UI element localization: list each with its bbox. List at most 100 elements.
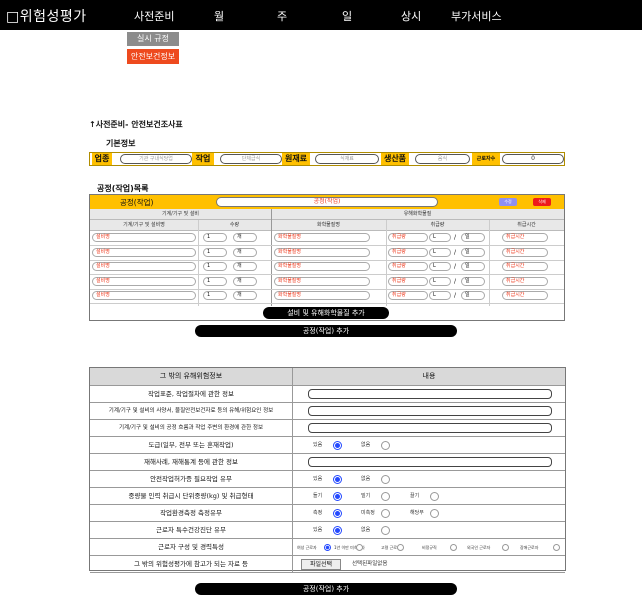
nav-item-prep[interactable]: 사전준비 xyxy=(134,8,174,24)
radio-button[interactable] xyxy=(333,475,342,484)
period-select[interactable]: 일 xyxy=(461,247,485,257)
nav-item-extra-services[interactable]: 부가서비스 xyxy=(451,8,502,24)
add-process-button[interactable]: 공정(작업) 추가 xyxy=(195,325,457,337)
radio-option-label: 있음 xyxy=(313,442,323,448)
raw-material-label: 원재료 xyxy=(282,153,310,165)
radio-option-label: 없음 xyxy=(361,527,371,533)
app-title[interactable]: □위험성평가 xyxy=(6,6,87,26)
nav-item-always[interactable]: 상시 xyxy=(401,8,421,24)
radio-button[interactable] xyxy=(381,441,390,450)
period-select[interactable]: 일 xyxy=(461,291,485,300)
radio-option-label: 해당무 xyxy=(410,510,424,516)
amount-unit-select[interactable]: L xyxy=(429,291,451,300)
handling-time-input[interactable]: 취급시간 xyxy=(502,291,548,300)
amount-unit-select[interactable]: L xyxy=(429,276,451,286)
nav-item-day[interactable]: 일 xyxy=(342,8,352,24)
amount-unit-select[interactable]: L xyxy=(429,233,451,242)
quantity-input[interactable]: 1 xyxy=(203,233,227,242)
amount-unit-select[interactable]: L xyxy=(429,262,451,271)
product-input[interactable]: 음식 xyxy=(415,154,470,164)
chemical-name-input[interactable]: 화학물질명 xyxy=(274,276,370,286)
amount-input[interactable]: 취급량 xyxy=(388,233,428,242)
industry-input[interactable]: 기관 구내식당업 xyxy=(120,154,192,164)
quantity-input[interactable]: 1 xyxy=(203,247,227,257)
handling-time-input[interactable]: 취급시간 xyxy=(502,247,548,257)
info-text-input[interactable] xyxy=(308,406,552,416)
worker-count-input[interactable]: 0 xyxy=(502,154,564,164)
add-process-button-bottom[interactable]: 공정(작업) 추가 xyxy=(195,583,457,595)
row-label: 근로자 구성 및 경력특성 xyxy=(90,539,293,555)
col-equipment-name: 기계/기구 및 설비명 xyxy=(90,220,198,231)
basic-info-title: 기본정보 xyxy=(106,139,136,148)
row-label: 기계/기구 및 설비의 공정 흐름과 작업 주변의 환경에 관한 정보 xyxy=(90,420,293,436)
chemical-name-input[interactable]: 화학물질명 xyxy=(274,262,370,271)
info-text-input[interactable] xyxy=(308,423,552,433)
edit-process-button[interactable]: 수정 xyxy=(499,198,517,206)
radio-button[interactable] xyxy=(381,475,390,484)
chemical-name-input[interactable]: 화학물질명 xyxy=(274,247,370,257)
amount-input[interactable]: 취급량 xyxy=(388,291,428,300)
info-text-input[interactable] xyxy=(308,457,552,467)
radio-button[interactable] xyxy=(333,509,342,518)
radio-button[interactable] xyxy=(502,544,509,551)
rules-button[interactable]: 실시 규정 xyxy=(127,32,179,46)
divider xyxy=(271,209,272,306)
equipment-name-input[interactable]: 설비명 xyxy=(92,276,196,286)
unit-select[interactable]: 개 xyxy=(233,276,257,286)
radio-button[interactable] xyxy=(397,544,404,551)
equipment-name-input[interactable]: 설비명 xyxy=(92,247,196,257)
row-label: 도급(일부, 전부 또는 혼재작업) xyxy=(90,437,293,453)
radio-button[interactable] xyxy=(381,509,390,518)
radio-button[interactable] xyxy=(430,492,439,501)
radio-button[interactable] xyxy=(553,544,560,551)
list-item: 기계/기구 및 설비의 공정 흐름과 작업 주변의 환경에 관한 정보 xyxy=(90,420,565,437)
radio-button[interactable] xyxy=(450,544,457,551)
radio-button[interactable] xyxy=(356,544,363,551)
process-name-input[interactable]: 공정(작업) xyxy=(216,197,438,207)
chemical-name-input[interactable]: 화학물질명 xyxy=(274,233,370,242)
amount-input[interactable]: 취급량 xyxy=(388,276,428,286)
add-equipment-button[interactable]: 설비 및 유해화학물질 추가 xyxy=(263,307,389,319)
radio-button[interactable] xyxy=(324,544,331,551)
file-select-button[interactable]: 파일선택 xyxy=(301,559,341,570)
other-hazard-table: 그 밖의 유해위험정보 내용 작업표준, 작업절차에 관한 정보 기계/기구 및 … xyxy=(89,367,566,573)
unit-select[interactable]: 개 xyxy=(233,233,257,242)
radio-button[interactable] xyxy=(333,526,342,535)
unit-select[interactable]: 개 xyxy=(233,262,257,271)
quantity-input[interactable]: 1 xyxy=(203,262,227,271)
other-hazard-header-left: 그 밖의 유해위험정보 xyxy=(90,368,293,385)
nav-item-week[interactable]: 주 xyxy=(277,8,287,24)
handling-time-input[interactable]: 취급시간 xyxy=(502,262,548,271)
equipment-name-input[interactable]: 설비명 xyxy=(92,262,196,271)
process-list-title: 공정(작업)목록 xyxy=(97,184,149,193)
raw-material-input[interactable]: 식재료 xyxy=(315,154,379,164)
radio-button[interactable] xyxy=(381,526,390,535)
task-input[interactable]: 단체급식 xyxy=(220,154,282,164)
delete-process-button[interactable]: 삭제 xyxy=(533,198,551,206)
handling-time-input[interactable]: 취급시간 xyxy=(502,233,548,242)
equipment-name-input[interactable]: 설비명 xyxy=(92,233,196,242)
top-navigation-bar: □위험성평가 사전준비 월 주 일 상시 부가서비스 xyxy=(0,0,642,30)
list-item: 기계/기구 및 설비의 사양서, 물질안전보건자료 등의 유해/위험요인 정보 xyxy=(90,403,565,420)
radio-button[interactable] xyxy=(430,509,439,518)
radio-button[interactable] xyxy=(333,492,342,501)
amount-input[interactable]: 취급량 xyxy=(388,262,428,271)
unit-select[interactable]: 개 xyxy=(233,291,257,300)
quantity-input[interactable]: 1 xyxy=(203,276,227,286)
radio-button[interactable] xyxy=(381,492,390,501)
unit-select[interactable]: 개 xyxy=(233,247,257,257)
period-select[interactable]: 일 xyxy=(461,262,485,271)
handling-time-input[interactable]: 취급시간 xyxy=(502,276,548,286)
info-text-input[interactable] xyxy=(308,389,552,399)
amount-unit-select[interactable]: L xyxy=(429,247,451,257)
period-select[interactable]: 일 xyxy=(461,233,485,242)
amount-input[interactable]: 취급량 xyxy=(388,247,428,257)
equipment-name-input[interactable]: 설비명 xyxy=(92,291,196,300)
safety-info-button[interactable]: 안전보건정보 xyxy=(127,49,179,64)
period-select[interactable]: 일 xyxy=(461,276,485,286)
list-item: 도급(일부, 전부 또는 혼재작업) 있음 없음 xyxy=(90,437,565,454)
nav-item-month[interactable]: 월 xyxy=(214,8,224,24)
quantity-input[interactable]: 1 xyxy=(203,291,227,300)
radio-button[interactable] xyxy=(333,441,342,450)
chemical-name-input[interactable]: 화학물질명 xyxy=(274,291,370,300)
